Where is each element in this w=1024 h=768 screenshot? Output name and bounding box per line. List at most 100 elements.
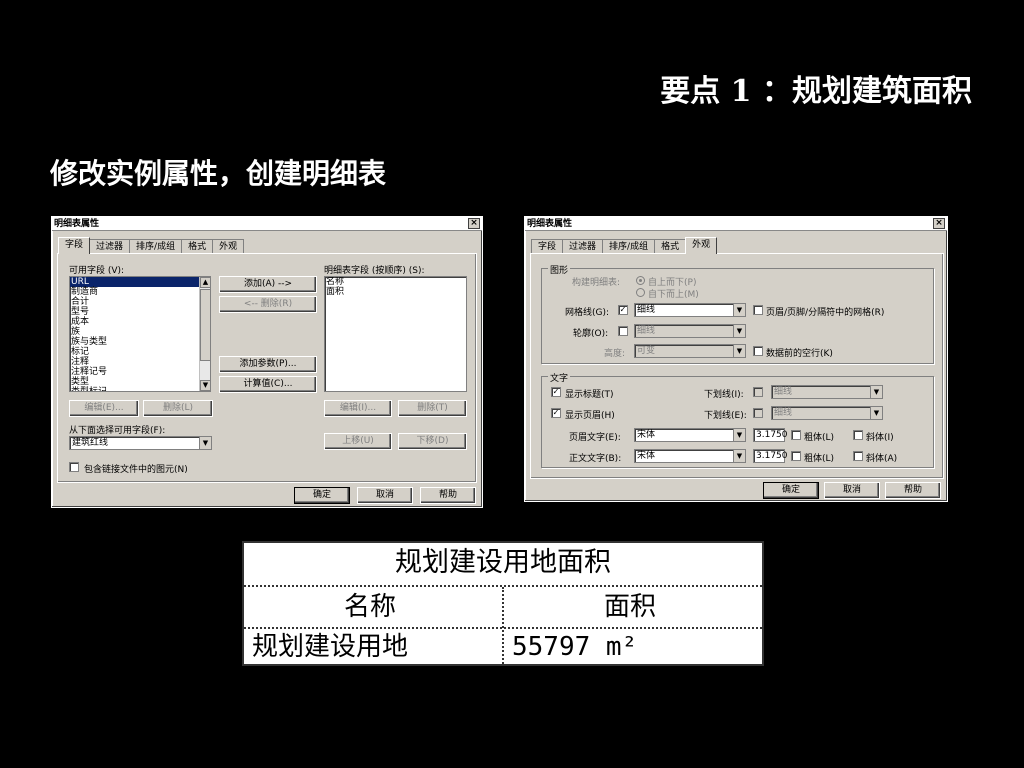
underline-dropdown-2[interactable]: 细线 ▼: [771, 406, 883, 420]
select-from-dropdown[interactable]: 建筑红线 ▼: [69, 436, 212, 450]
outline-dropdown[interactable]: 细线 ▼: [634, 324, 746, 338]
schedule-field-item[interactable]: 名称: [325, 277, 466, 287]
move-up-button[interactable]: 上移(U): [324, 433, 392, 450]
add-field-button[interactable]: 添加(A) -->: [219, 276, 317, 293]
underline-dropdown-1[interactable]: 细线 ▼: [771, 385, 883, 399]
dialog-title: 明细表属性: [54, 219, 100, 229]
delete-schedule-field-button[interactable]: 删除(T): [398, 400, 467, 417]
grid-lines-dropdown[interactable]: 细线 ▼: [634, 303, 746, 317]
chevron-down-icon[interactable]: ▼: [733, 325, 745, 337]
header-font-dropdown[interactable]: 宋体 ▼: [634, 428, 746, 442]
text-group: 文字 ✓ 显示标题(T) ✓ 显示页眉(H) 下划线(I): 细线 ▼ 下划线(…: [541, 371, 934, 468]
chevron-down-icon[interactable]: ▼: [733, 345, 745, 357]
underline-checkbox-2[interactable]: [753, 408, 763, 418]
tab-filter[interactable]: 过滤器: [89, 239, 131, 254]
close-icon[interactable]: ×: [468, 218, 480, 229]
ok-button[interactable]: 确定: [294, 487, 350, 504]
add-parameter-button[interactable]: 添加参数(P)...: [219, 356, 317, 373]
grid-in-headers-checkbox[interactable]: [753, 305, 763, 315]
available-field-item[interactable]: URL: [70, 277, 210, 287]
available-field-item[interactable]: 标记: [70, 347, 210, 357]
tab-formatting[interactable]: 格式: [654, 239, 687, 254]
available-field-item[interactable]: 型号: [70, 307, 210, 317]
underline-checkbox-1[interactable]: [753, 387, 763, 397]
tab-formatting[interactable]: 格式: [181, 239, 214, 254]
available-field-item[interactable]: 类型标记: [70, 387, 210, 391]
height-dropdown[interactable]: 可变 ▼: [634, 344, 746, 358]
dialog-titlebar: 明细表属性 ×: [525, 217, 947, 231]
available-field-item[interactable]: 注释: [70, 357, 210, 367]
tab-appearance[interactable]: 外观: [212, 239, 245, 254]
text-group-label: 文字: [548, 371, 571, 384]
chevron-down-icon[interactable]: ▼: [870, 386, 882, 398]
available-field-item[interactable]: 族与类型: [70, 337, 210, 347]
schedule-field-item[interactable]: 面积: [325, 287, 466, 297]
available-field-item[interactable]: 类型: [70, 377, 210, 387]
move-down-button[interactable]: 下移(D): [398, 433, 467, 450]
cancel-button[interactable]: 取消: [824, 482, 880, 499]
body-bold-checkbox[interactable]: [791, 451, 801, 461]
include-linked-checkbox[interactable]: [69, 462, 79, 472]
tab-fields[interactable]: 字段: [531, 239, 564, 254]
ok-button[interactable]: 确定: [763, 482, 819, 499]
tab-fields[interactable]: 字段: [58, 237, 91, 254]
available-field-item[interactable]: 合计: [70, 297, 210, 307]
radio-bottom-up[interactable]: [636, 288, 645, 297]
show-headers-label: 显示页眉(H): [565, 411, 615, 421]
tab-sorting[interactable]: 排序/成组: [129, 239, 183, 254]
chevron-down-icon[interactable]: ▼: [733, 429, 745, 441]
header-size-input[interactable]: 3.1750: [753, 428, 788, 442]
scroll-up-icon[interactable]: ▲: [200, 277, 210, 288]
build-schedule-label: 构建明细表:: [572, 278, 621, 288]
height-value: 可变: [637, 346, 656, 356]
help-button[interactable]: 帮助: [885, 482, 941, 499]
close-icon[interactable]: ×: [933, 218, 945, 229]
header-italic-checkbox[interactable]: [853, 430, 863, 440]
outline-checkbox[interactable]: [618, 326, 628, 336]
cancel-button[interactable]: 取消: [357, 487, 413, 504]
blank-row-checkbox[interactable]: [753, 346, 763, 356]
header-bold-checkbox[interactable]: [791, 430, 801, 440]
scroll-down-icon[interactable]: ▼: [200, 380, 210, 391]
tab-filter[interactable]: 过滤器: [562, 239, 604, 254]
tab-appearance[interactable]: 外观: [685, 237, 718, 254]
available-field-item[interactable]: 族: [70, 327, 210, 337]
body-font-dropdown[interactable]: 宋体 ▼: [634, 449, 746, 463]
available-field-item[interactable]: 制造商: [70, 287, 210, 297]
header-cell-name: 名称: [344, 592, 397, 622]
body-size-input[interactable]: 3.1750: [753, 449, 788, 463]
chevron-down-icon[interactable]: ▼: [199, 437, 211, 449]
chevron-down-icon[interactable]: ▼: [870, 407, 882, 419]
show-title-checkbox[interactable]: ✓: [551, 387, 561, 397]
remove-field-button[interactable]: <-- 删除(R): [219, 296, 317, 313]
show-title-label: 显示标题(T): [565, 390, 614, 400]
scroll-thumb[interactable]: [200, 289, 210, 361]
show-headers-checkbox[interactable]: ✓: [551, 408, 561, 418]
schedule-properties-dialog-fields: 明细表属性 × 字段 过滤器 排序/成组 格式 外观 可用字段 (V): URL…: [51, 216, 483, 508]
grid-lines-value: 细线: [637, 305, 656, 315]
grid-in-headers-label: 页眉/页脚/分隔符中的网格(R): [766, 308, 885, 318]
scrollbar[interactable]: ▲ ▼: [199, 277, 210, 391]
available-fields-list[interactable]: URL制造商合计型号成本族族与类型标记注释注释记号类型类型标记类型注释 ▲ ▼: [69, 276, 211, 392]
body-italic-checkbox[interactable]: [853, 451, 863, 461]
row-cell-name: 规划建设用地: [252, 632, 409, 662]
body-text-label: 正文文字(B):: [569, 454, 622, 464]
edit-available-button[interactable]: 编辑(E)...: [69, 400, 139, 417]
schedule-fields-list[interactable]: 名称 面积: [324, 276, 467, 392]
edit-schedule-field-button[interactable]: 编辑(I)...: [324, 400, 392, 417]
available-field-item[interactable]: 注释记号: [70, 367, 210, 377]
tab-strip: 字段 过滤器 排序/成组 格式 外观: [531, 237, 718, 254]
graphics-group-label: 图形: [548, 263, 571, 276]
calculated-value-button[interactable]: 计算值(C)...: [219, 376, 317, 393]
tab-sorting[interactable]: 排序/成组: [602, 239, 656, 254]
chevron-down-icon[interactable]: ▼: [733, 304, 745, 316]
radio-top-down[interactable]: [636, 276, 645, 285]
chevron-down-icon[interactable]: ▼: [733, 450, 745, 462]
schedule-table-title: 规划建设用地面积: [395, 547, 611, 578]
available-field-item[interactable]: 成本: [70, 317, 210, 327]
help-button[interactable]: 帮助: [420, 487, 476, 504]
graphics-group: 图形 构建明细表: 自上而下(P) 自下而上(M) 网格线(G): ✓ 细线 ▼…: [541, 263, 934, 364]
delete-available-button[interactable]: 删除(L): [143, 400, 213, 417]
grid-lines-checkbox[interactable]: ✓: [618, 305, 628, 315]
dialog-titlebar: 明细表属性 ×: [52, 217, 482, 231]
